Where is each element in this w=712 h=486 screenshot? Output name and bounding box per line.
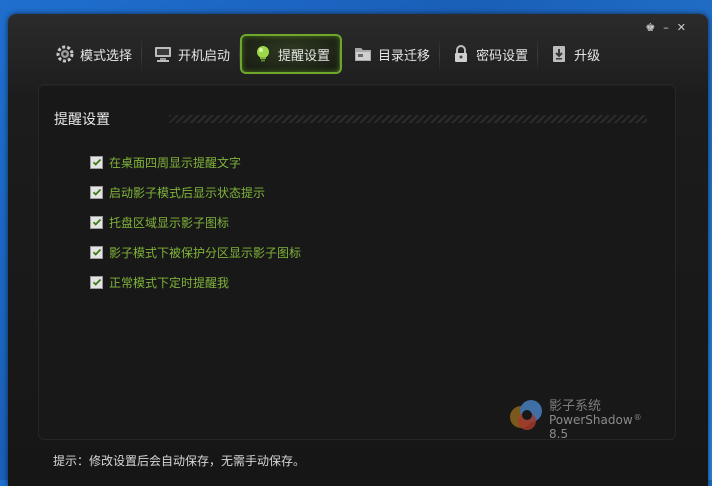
tab-mode-select[interactable]: 模式选择: [44, 34, 143, 74]
logo-version: 8.5: [549, 427, 569, 441]
download-icon: [548, 43, 570, 65]
product-logo: 影子系统 PowerShadow® 8.5: [507, 393, 657, 441]
option-tray-icon[interactable]: 托盘区域显示影子图标: [90, 207, 301, 237]
logo-name-en: PowerShadow® 8.5: [549, 413, 657, 441]
app-window: ♚ – ✕ 模式选择 开机启动 提醒设置 目录迁移 密码设置 升级 提醒设置 在…: [8, 14, 708, 486]
settings-panel: 提醒设置 在桌面四周显示提醒文字 启动影子模式后显示状态提示 托盘区域显示影子图…: [38, 84, 676, 441]
option-status-tip[interactable]: 启动影子模式后显示状态提示: [90, 177, 301, 207]
options-list: 在桌面四周显示提醒文字 启动影子模式后显示状态提示 托盘区域显示影子图标 影子模…: [90, 147, 301, 297]
tab-label: 密码设置: [476, 48, 529, 64]
hint-text: 提示：修改设置后会自动保存，无需手动保存。: [53, 454, 306, 468]
tab-startup[interactable]: 开机启动: [142, 34, 241, 74]
gear-icon: [54, 43, 76, 65]
section-title: 提醒设置: [54, 112, 110, 128]
tab-password-settings[interactable]: 密码设置: [440, 34, 539, 74]
checkbox[interactable]: [90, 155, 103, 169]
option-label: 托盘区域显示影子图标: [109, 215, 230, 230]
checkbox[interactable]: [90, 185, 103, 199]
tab-label: 模式选择: [80, 48, 133, 64]
tab-directory-migration[interactable]: 目录迁移: [342, 34, 441, 74]
tab-label: 升级: [574, 48, 601, 64]
option-label: 影子模式下被保护分区显示影子图标: [109, 245, 302, 260]
tab-label: 提醒设置: [278, 48, 331, 64]
lock-icon: [450, 43, 472, 65]
window-controls: ♚ – ✕: [645, 22, 686, 34]
option-protected-partition-icon[interactable]: 影子模式下被保护分区显示影子图标: [90, 237, 301, 267]
tab-bar: 模式选择 开机启动 提醒设置 目录迁移 密码设置 升级: [44, 34, 610, 74]
option-label: 正常模式下定时提醒我: [109, 275, 230, 290]
checkbox[interactable]: [90, 245, 103, 259]
minimize-button[interactable]: –: [663, 22, 669, 34]
close-button[interactable]: ✕: [677, 22, 686, 34]
option-label: 启动影子模式后显示状态提示: [109, 185, 266, 200]
tab-label: 目录迁移: [378, 48, 431, 64]
tab-upgrade[interactable]: 升级: [538, 34, 610, 74]
checkbox[interactable]: [90, 275, 103, 289]
option-timed-reminder[interactable]: 正常模式下定时提醒我: [90, 267, 301, 297]
logo-name-cn: 影子系统: [549, 399, 602, 414]
powershadow-logo-icon: [510, 400, 542, 430]
lightbulb-icon: [252, 43, 274, 65]
tab-reminder-settings[interactable]: 提醒设置: [240, 34, 343, 74]
logo-brand: PowerShadow: [549, 413, 633, 427]
checkbox[interactable]: [90, 215, 103, 229]
title-divider: [169, 115, 647, 123]
monitor-icon: [152, 43, 174, 65]
tab-label: 开机启动: [178, 48, 231, 64]
folder-icon: [352, 43, 374, 65]
option-desktop-reminder-text[interactable]: 在桌面四周显示提醒文字: [90, 147, 301, 177]
skin-button[interactable]: ♚: [645, 22, 655, 34]
registered-mark: ®: [633, 413, 642, 422]
option-label: 在桌面四周显示提醒文字: [109, 155, 242, 170]
